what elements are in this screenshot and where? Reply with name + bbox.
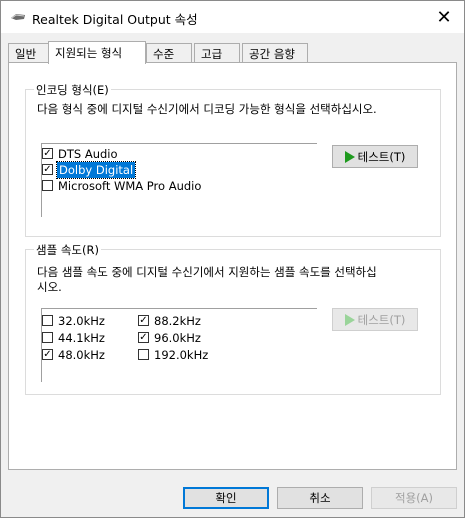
tab-spatial-sound[interactable]: 공간 음향	[242, 43, 308, 62]
encoding-group-label: 인코딩 형식(E)	[34, 82, 111, 98]
ok-button[interactable]: 확인	[183, 487, 269, 509]
sample-rate-description-line1: 다음 샘플 속도 중에 디지털 수신기에서 지원하는 샘플 속도를 선택하십	[37, 265, 377, 279]
format-label: Microsoft WMA Pro Audio	[58, 179, 202, 193]
play-icon	[344, 313, 355, 326]
rate-label: 44.1kHz	[58, 331, 105, 345]
sample-rate-group-label: 샘플 속도(R)	[34, 242, 101, 258]
rate-label: 32.0kHz	[58, 314, 105, 328]
rate-label: 192.0kHz	[154, 348, 209, 362]
encoding-format-group: 인코딩 형식(E) 다음 형식 중에 디지털 수신기에서 디코딩 가능한 형식을…	[25, 82, 441, 237]
tab-general[interactable]: 일반	[8, 43, 49, 62]
test-button-label: 테스트(T)	[357, 149, 406, 164]
window-title: Realtek Digital Output 속성	[32, 12, 198, 27]
play-icon	[344, 150, 355, 163]
tab-supported-formats[interactable]: 지원되는 형식	[48, 41, 146, 64]
format-label: DTS Audio	[58, 147, 118, 161]
tab-advanced[interactable]: 고급	[194, 43, 240, 62]
format-label-selected: Dolby Digital	[55, 161, 137, 179]
title-bar: Realtek Digital Output 속성 ✕	[1, 1, 464, 33]
test-button-label: 테스트(T)	[357, 312, 406, 327]
sample-rate-group: 샘플 속도(R) 다음 샘플 속도 중에 디지털 수신기에서 지원하는 샘플 속…	[25, 242, 441, 395]
rate-88k-checkbox[interactable]: ✓	[138, 315, 149, 326]
dts-checkbox[interactable]: ✓	[42, 148, 53, 159]
rate-192k-checkbox[interactable]	[138, 349, 149, 360]
tab-levels[interactable]: 수준	[146, 43, 192, 62]
rate-label: 96.0kHz	[154, 331, 201, 345]
rate-label: 48.0kHz	[58, 348, 105, 362]
encoding-description: 다음 형식 중에 디지털 수신기에서 디코딩 가능한 형식을 선택하십시오.	[37, 102, 377, 116]
cancel-button[interactable]: 취소	[277, 487, 363, 509]
close-button[interactable]: ✕	[432, 5, 456, 29]
rate-96k-checkbox[interactable]: ✓	[138, 332, 149, 343]
encoding-format-list: ✓ DTS Audio ✓ Dolby Digital Microsoft WM…	[41, 143, 317, 217]
rate-48k-checkbox[interactable]: ✓	[42, 349, 53, 360]
encoding-test-button[interactable]: 테스트(T)	[332, 145, 418, 168]
speaker-icon	[11, 14, 25, 20]
tab-panel: 인코딩 형식(E) 다음 형식 중에 디지털 수신기에서 디코딩 가능한 형식을…	[8, 62, 457, 470]
dolby-checkbox[interactable]: ✓	[42, 164, 53, 175]
sample-rate-test-button[interactable]: 테스트(T)	[332, 308, 418, 331]
sample-rate-description-line2: 시오.	[37, 280, 62, 294]
rate-44k-checkbox[interactable]	[42, 332, 53, 343]
wma-pro-checkbox[interactable]	[42, 180, 53, 191]
properties-window: Realtek Digital Output 속성 ✕ 일반 지원되는 형식 수…	[0, 0, 465, 518]
sample-rate-list: 32.0kHz 44.1kHz ✓ 48.0kHz ✓ 88.2kHz ✓ 96…	[41, 308, 317, 382]
apply-button[interactable]: 적용(A)	[371, 487, 457, 509]
rate-32k-checkbox[interactable]	[42, 315, 53, 326]
rate-label: 88.2kHz	[154, 314, 201, 328]
